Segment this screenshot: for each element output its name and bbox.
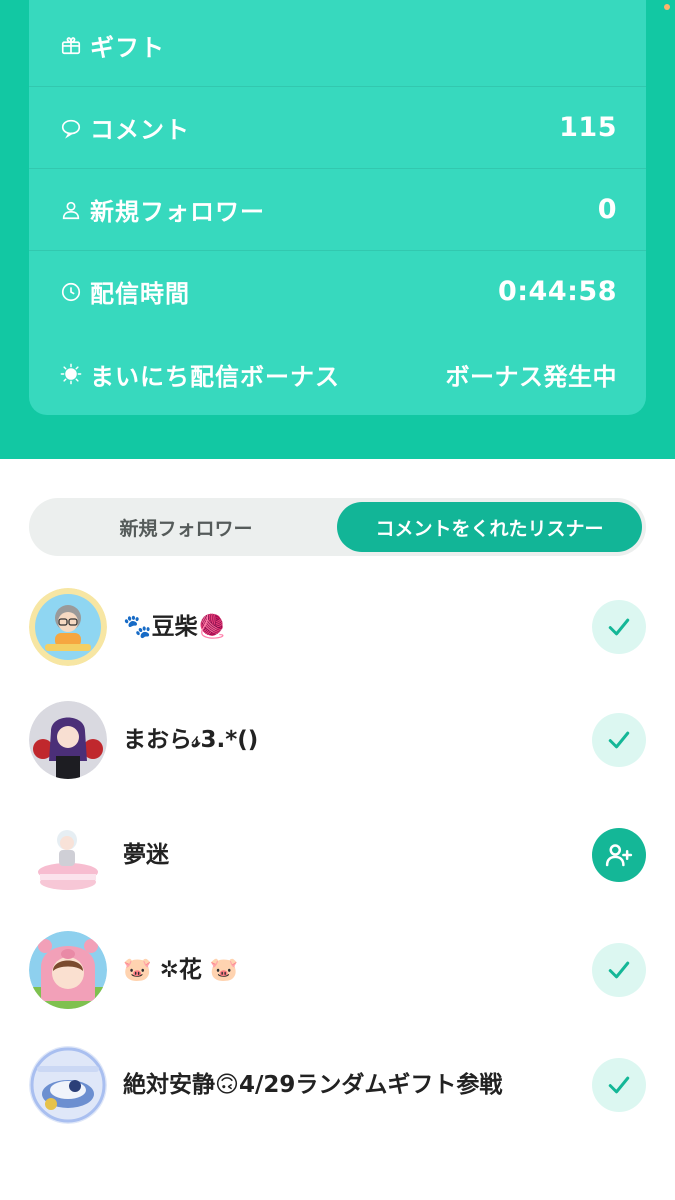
stat-value: 0:44:58	[497, 276, 617, 307]
stats-card: ギフト コメント 115 新規フォロワー 0 配信時間 0:44:58 まいにち…	[29, 0, 646, 415]
comment-icon	[60, 117, 82, 139]
list-item[interactable]: 夢迷	[29, 815, 646, 895]
listener-name: 🐷 ✲花 🐷	[123, 957, 239, 983]
avatar[interactable]	[29, 701, 107, 779]
stat-label: ギフト	[90, 33, 165, 62]
follow-button[interactable]	[592, 828, 646, 882]
stat-label: コメント	[90, 116, 190, 144]
listener-name: 🐾豆柴🧶	[123, 614, 227, 640]
avatar[interactable]	[29, 1046, 107, 1124]
avatar[interactable]	[29, 588, 107, 666]
list-item[interactable]: 🐷 ✲花 🐷	[29, 930, 646, 1010]
avatar[interactable]	[29, 931, 107, 1009]
listener-tabs: 新規フォロワー コメントをくれたリスナー	[29, 498, 646, 556]
stat-row-stream-time: 配信時間 0:44:58	[29, 250, 646, 332]
followed-check-button[interactable]	[592, 943, 646, 997]
list-item[interactable]: 絶対安静🙃4/29ランダムギフト参戦	[29, 1045, 646, 1125]
clock-icon	[60, 281, 82, 303]
list-item[interactable]: 🐾豆柴🧶	[29, 587, 646, 667]
stat-row-gift: ギフト	[29, 4, 646, 86]
tab-commenting-listeners[interactable]: コメントをくれたリスナー	[337, 502, 642, 552]
followed-check-button[interactable]	[592, 1058, 646, 1112]
check-icon	[608, 961, 630, 979]
check-icon	[608, 618, 630, 636]
followed-check-button[interactable]	[592, 713, 646, 767]
sun-icon	[60, 363, 82, 385]
listener-name: 絶対安静🙃4/29ランダムギフト参戦	[123, 1072, 503, 1098]
stat-value: 0	[597, 194, 617, 225]
stat-value: ボーナス発生中	[445, 362, 617, 391]
add-user-icon	[605, 844, 633, 867]
stats-panel-background: ギフト コメント 115 新規フォロワー 0 配信時間 0:44:58 まいにち…	[0, 0, 675, 459]
stat-row-comments: コメント 115	[29, 86, 646, 168]
listener-name: まおら𝓈3.*()	[123, 727, 259, 753]
list-item[interactable]: まおら𝓈3.*()	[29, 700, 646, 780]
check-icon	[608, 731, 630, 749]
status-dot	[664, 4, 670, 10]
stat-label: 配信時間	[90, 280, 190, 308]
stat-row-new-followers: 新規フォロワー 0	[29, 168, 646, 250]
gift-icon	[60, 34, 82, 56]
avatar[interactable]	[29, 816, 107, 894]
stat-row-daily-bonus: まいにち配信ボーナス ボーナス発生中	[29, 333, 646, 415]
stat-value: 115	[559, 112, 617, 143]
listener-name: 夢迷	[123, 842, 169, 868]
tab-new-followers[interactable]: 新規フォロワー	[33, 502, 339, 552]
stat-label: まいにち配信ボーナス	[90, 362, 340, 391]
check-icon	[608, 1076, 630, 1094]
person-icon	[60, 199, 82, 221]
stat-label: 新規フォロワー	[90, 198, 265, 226]
followed-check-button[interactable]	[592, 600, 646, 654]
